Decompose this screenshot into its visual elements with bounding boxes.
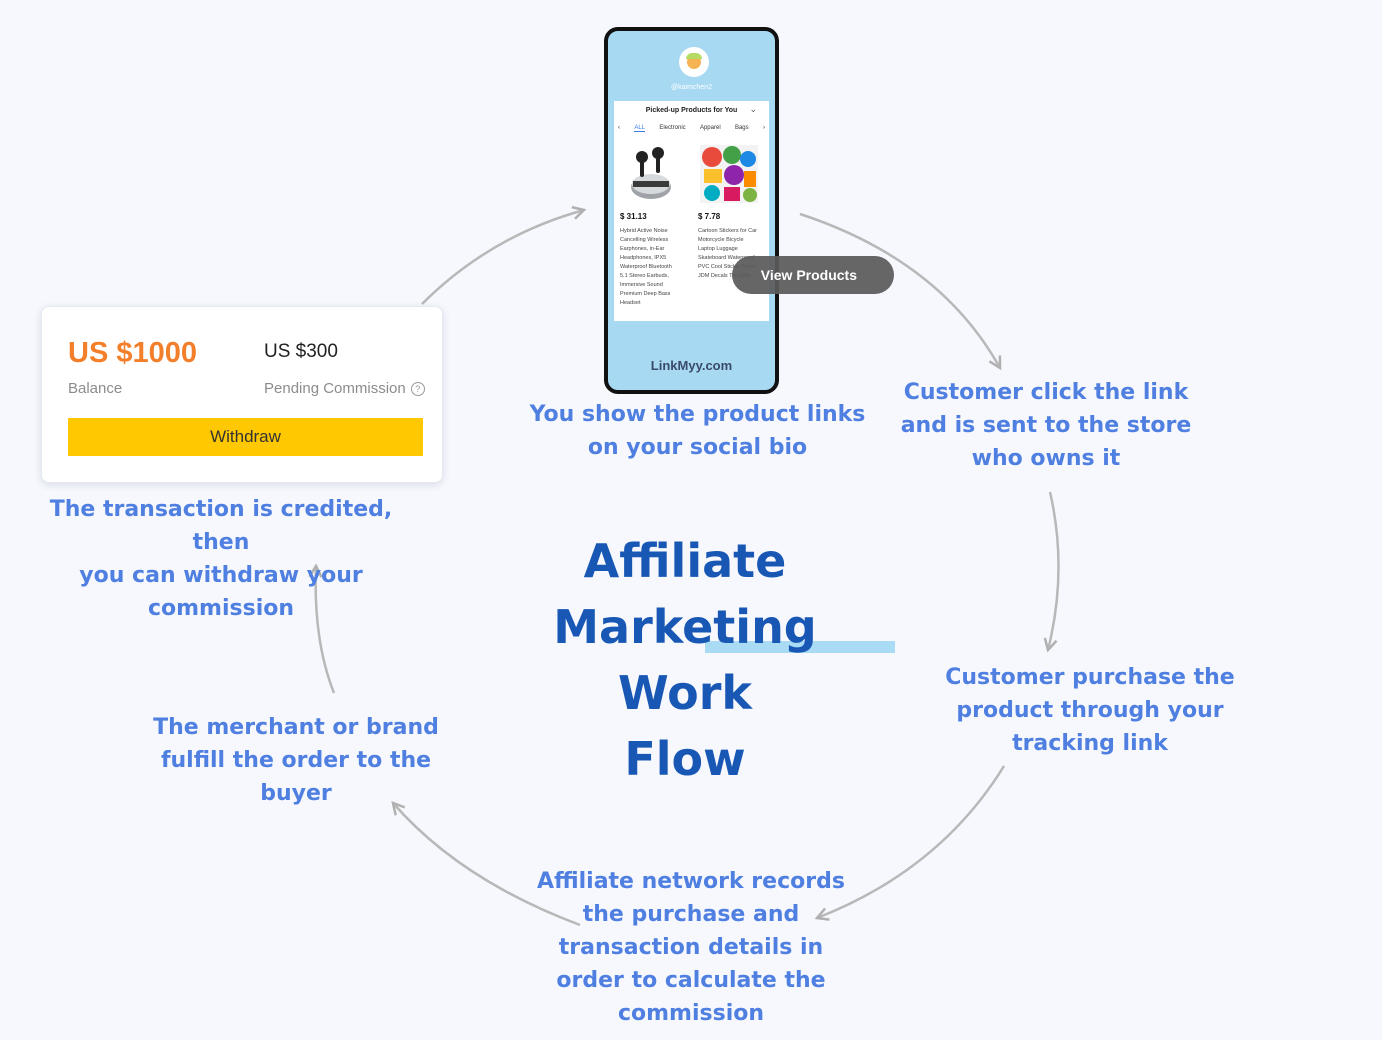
balance-card: US $1000 Balance US $300 Pending Commiss… (41, 306, 443, 483)
step-customer-click-text: Customer click the link and is sent to t… (900, 380, 1192, 471)
tab-electronic[interactable]: Electronic (659, 125, 685, 132)
avatar-hair-icon (686, 53, 702, 59)
product-price: $ 31.13 (620, 212, 647, 221)
earbuds-image (631, 147, 671, 199)
diagram-title: Affiliate Marketing Work Flow (553, 534, 817, 786)
step-merchant-fulfill-text: The merchant or brand fulfill the order … (153, 715, 439, 806)
view-products-button[interactable]: View Products (732, 256, 894, 294)
withdraw-button[interactable]: Withdraw (68, 418, 423, 456)
step-credited: The transaction is credited, then you ca… (20, 493, 422, 625)
tab-apparel[interactable]: Apparel (700, 125, 721, 132)
balance-amount: US $1000 (68, 337, 197, 369)
step-merchant-fulfill: The merchant or brand fulfill the order … (145, 711, 447, 810)
step-customer-click: Customer click the link and is sent to t… (890, 376, 1202, 475)
arrow-click-to-purchase (1043, 491, 1060, 653)
tab-all[interactable]: ALL (634, 125, 645, 132)
phone-mockup: @kaimchen2 Picked-up Products for You ⌄ … (604, 27, 779, 394)
stickers-image (700, 145, 758, 203)
chevron-left-icon[interactable]: ‹ (618, 125, 620, 132)
step-show-links: You show the product links on your socia… (520, 398, 875, 464)
pending-commission-amount: US $300 (264, 341, 338, 362)
step-customer-purchase-text: Customer purchase the product through yo… (945, 665, 1235, 756)
username: @kaimchen2 (671, 84, 712, 91)
info-icon[interactable]: ? (410, 381, 425, 396)
pending-commission-label-group: Pending Commission ? (264, 380, 425, 397)
arrow-credited-to-bio (421, 205, 587, 305)
step-show-links-text: You show the product links on your socia… (529, 402, 866, 460)
step-network-records: Affiliate network records the purchase a… (530, 865, 852, 1030)
step-customer-purchase: Customer purchase the product through yo… (935, 661, 1245, 760)
tab-bags[interactable]: Bags (735, 125, 749, 132)
chevron-down-icon[interactable]: ⌄ (749, 104, 757, 115)
products-section-title: Picked-up Products for You (645, 107, 738, 114)
chevron-right-icon[interactable]: › (763, 125, 765, 132)
product-description: Hybrid Active Noise Cancelling Wireless … (620, 228, 672, 306)
pending-commission-label: Pending Commission (264, 380, 406, 397)
product-card[interactable]: $ 31.13 Hybrid Active Noise Cancelling W… (620, 143, 690, 308)
avatar (679, 47, 709, 77)
linkmyy-logo: LinkMyy.com (650, 358, 733, 373)
balance-label: Balance (68, 380, 123, 397)
step-network-records-text: Affiliate network records the purchase a… (537, 869, 845, 1026)
category-tabs: ‹ ALL Electronic Apparel Bags › (618, 125, 765, 132)
product-price: $ 7.78 (698, 212, 721, 221)
step-credited-text: The transaction is credited, then you ca… (49, 497, 393, 621)
